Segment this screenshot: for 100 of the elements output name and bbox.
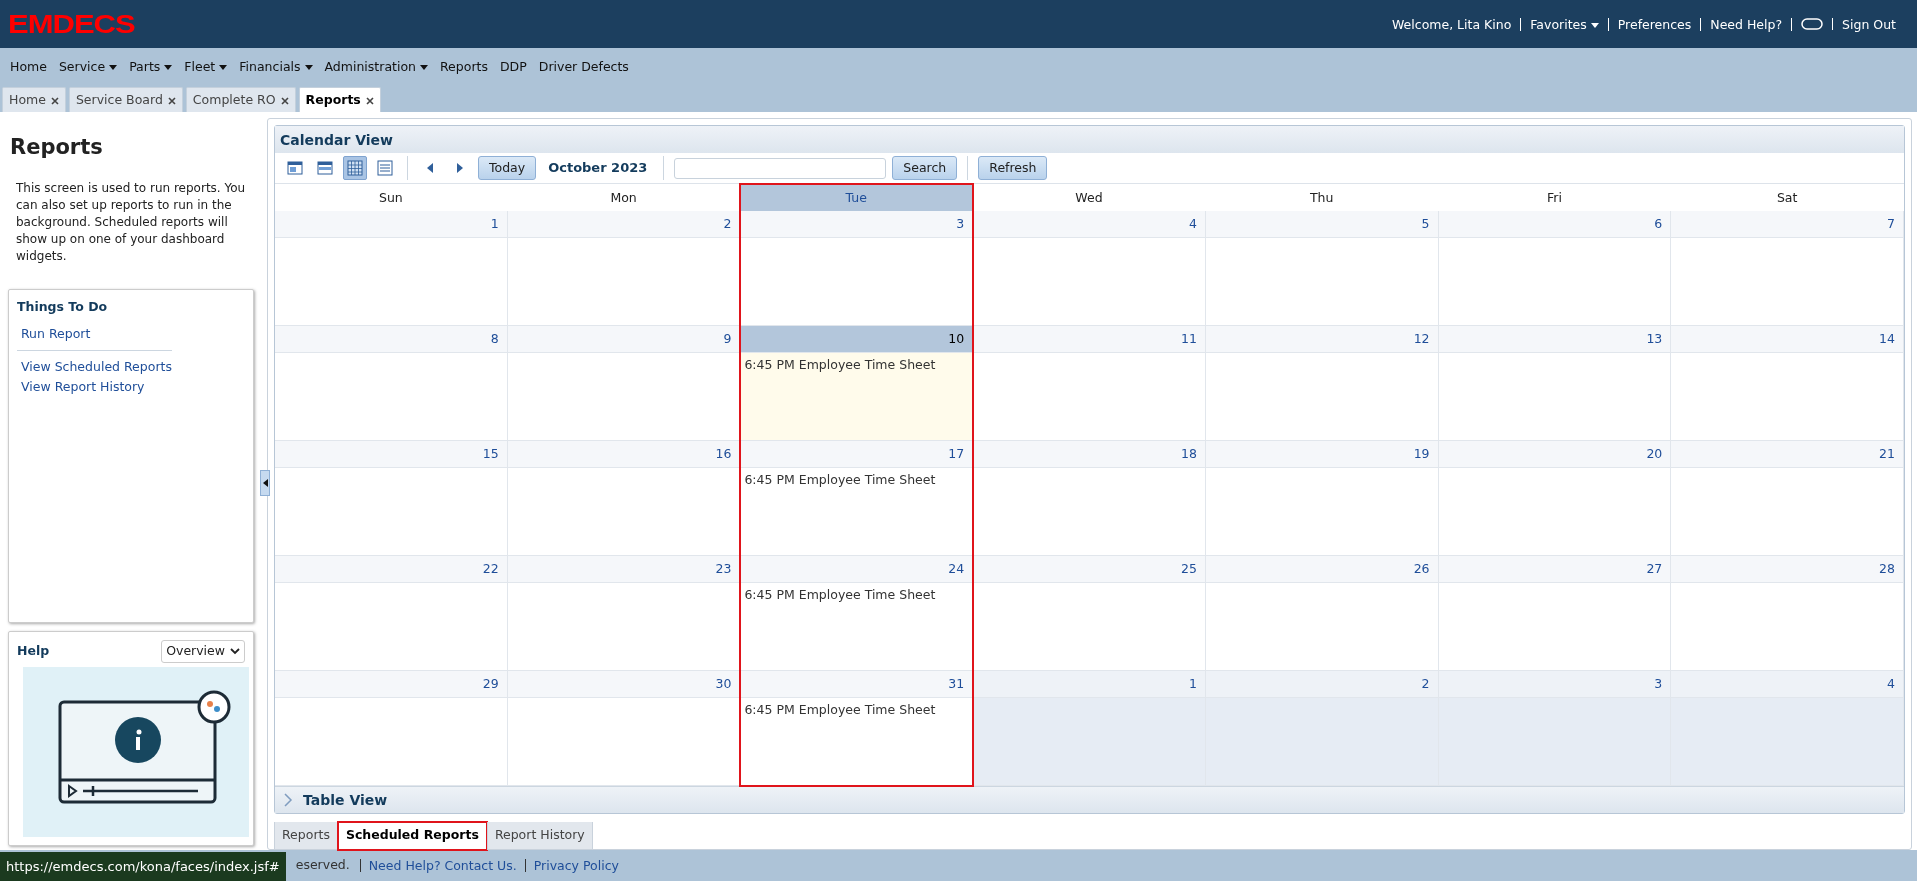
todo-link[interactable]: View Report History <box>21 377 172 398</box>
date-number: 13 <box>1438 326 1671 353</box>
tab[interactable]: Reports <box>298 87 381 112</box>
menu-item[interactable]: Service <box>52 57 124 77</box>
date-number: 12 <box>1205 326 1438 353</box>
date-number: 3 <box>1438 671 1671 698</box>
date-number: 21 <box>1671 441 1903 468</box>
menu-item[interactable]: Driver Defects <box>532 57 635 77</box>
date-number: 4 <box>1671 671 1903 698</box>
date-number: 23 <box>507 556 740 583</box>
period-label: October 2023 <box>548 159 648 178</box>
date-number: 28 <box>1671 556 1903 583</box>
date-number: 31 <box>740 671 973 698</box>
collapse-handle[interactable] <box>260 470 270 496</box>
header-link[interactable]: Preferences <box>1608 17 1702 31</box>
date-number: 20 <box>1438 441 1671 468</box>
date-number: 7 <box>1671 211 1903 238</box>
caret-icon <box>1590 22 1599 28</box>
panel-title: Help <box>17 642 50 661</box>
date-number: 2 <box>507 211 740 238</box>
triangle-left-icon <box>426 162 434 174</box>
menu-item[interactable]: Parts <box>123 57 179 77</box>
day-view-icon <box>286 159 304 177</box>
date-number: 11 <box>973 326 1205 353</box>
welcome-text: Welcome, Lita Kino <box>1382 17 1522 31</box>
date-number: 18 <box>973 441 1205 468</box>
date-number: 27 <box>1438 556 1671 583</box>
date-number: 30 <box>507 671 740 698</box>
date-number: 24 <box>740 556 973 583</box>
weekday-header: Tue <box>740 184 974 211</box>
caret-icon <box>219 64 228 70</box>
date-number: 4 <box>973 211 1205 238</box>
caret-icon <box>420 64 428 70</box>
calendar-event[interactable]: 6:45 PM Employee Time Sheet <box>740 468 973 493</box>
search-field[interactable] <box>674 157 887 179</box>
close-icon[interactable] <box>365 96 374 105</box>
copyright-text: eserved. <box>294 856 351 875</box>
header-link[interactable]: Need Help? <box>1701 17 1793 31</box>
table-view-header[interactable]: Table View <box>275 786 1904 813</box>
date-number: 1 <box>973 671 1205 698</box>
todo-link[interactable]: Run Report <box>21 324 167 345</box>
calendar-event[interactable]: 6:45 PM Employee Time Sheet <box>740 698 973 723</box>
panel-title: Things To Do <box>17 297 109 316</box>
date-number: 26 <box>1205 556 1438 583</box>
triangle-right-icon <box>456 162 464 174</box>
menu-item[interactable]: DDP <box>493 57 533 77</box>
date-number: 14 <box>1671 326 1903 353</box>
date-number: 3 <box>740 211 973 238</box>
menu-item[interactable]: Financials <box>233 57 319 77</box>
tab[interactable]: Scheduled Reports <box>337 822 487 850</box>
date-number: 15 <box>275 441 507 468</box>
date-number: 1 <box>275 211 507 238</box>
status-url: https://emdecs.com/kona/faces/index.jsf# <box>0 851 286 881</box>
date-number: 16 <box>507 441 740 468</box>
caret-icon <box>109 64 118 70</box>
topic-dropdown[interactable]: Overview <box>161 640 245 663</box>
tab[interactable]: Home <box>2 87 66 112</box>
caret-icon <box>164 64 173 70</box>
date-number: 2 <box>1205 671 1438 698</box>
date-number: 6 <box>1438 211 1671 238</box>
triangle-left-icon <box>262 479 268 487</box>
menu-item[interactable]: Fleet <box>178 57 234 77</box>
date-number: 25 <box>973 556 1205 583</box>
panel-title: Calendar View <box>275 126 1904 153</box>
chevron-down-icon <box>230 648 240 656</box>
tab[interactable]: Report History <box>486 822 593 850</box>
description-text: This screen is used to run reports. You can also set up reports to run in the background. Scheduled reports will show up on one of your dashboard widgets. <box>16 179 247 265</box>
menu-item[interactable]: Home <box>4 57 53 77</box>
date-number: 22 <box>275 556 507 583</box>
footer-link[interactable]: Need Help? Contact Us. <box>359 859 525 872</box>
date-number: 29 <box>275 671 507 698</box>
list-view-icon <box>376 159 394 177</box>
close-icon[interactable] <box>280 96 289 105</box>
footer-link[interactable]: Privacy Policy <box>524 859 627 872</box>
close-icon[interactable] <box>50 96 59 105</box>
caret-icon <box>304 64 313 70</box>
date-number: 19 <box>1205 441 1438 468</box>
todo-link[interactable]: View Scheduled Reports <box>21 357 172 378</box>
close-icon[interactable] <box>167 96 176 105</box>
section-title: Table View <box>303 790 388 810</box>
chat-icon[interactable] <box>1801 18 1824 30</box>
favorites-dropdown[interactable]: Favorites <box>1521 17 1609 31</box>
header-link[interactable]: Sign Out <box>1833 17 1905 31</box>
week-view-icon <box>316 159 334 177</box>
date-number: 10 <box>740 326 973 353</box>
month-view-icon <box>346 159 364 177</box>
date-number: 5 <box>1205 211 1438 238</box>
tab[interactable]: Service Board <box>68 87 183 112</box>
refresh-button[interactable]: Refresh <box>978 156 1048 180</box>
date-number: 8 <box>275 326 507 353</box>
today-button[interactable]: Today <box>478 156 537 180</box>
view-button[interactable] <box>343 156 367 180</box>
menu-item[interactable]: Administration <box>318 57 434 77</box>
date-number: 17 <box>740 441 973 468</box>
calendar-event[interactable]: 6:45 PM Employee Time Sheet <box>740 583 973 608</box>
page-title: Reports <box>10 134 104 161</box>
tab[interactable]: Complete RO <box>185 87 296 112</box>
menu-item[interactable]: Reports <box>434 57 494 77</box>
search-button[interactable]: Search <box>892 156 958 180</box>
tab[interactable]: Reports <box>274 822 338 850</box>
